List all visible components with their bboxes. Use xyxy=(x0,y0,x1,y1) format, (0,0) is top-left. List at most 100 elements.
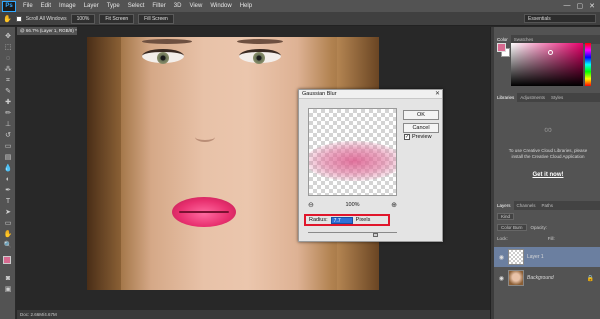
foreground-color-swatch[interactable] xyxy=(3,256,11,264)
blend-mode-select[interactable]: Color Burn xyxy=(497,224,527,231)
gaussian-blur-dialog: Gaussian Blur ✕ OK Cancel ✓ Preview ⊖ 10… xyxy=(298,89,443,242)
slider-thumb[interactable] xyxy=(373,233,378,237)
eyedropper-tool-icon[interactable]: ✎ xyxy=(3,88,13,96)
visibility-eye-icon[interactable]: ◉ xyxy=(498,275,505,282)
radius-slider[interactable] xyxy=(308,231,397,237)
tab-styles[interactable]: Styles xyxy=(548,93,566,102)
radius-highlight: Radius: 7.7 Pixels xyxy=(304,214,390,226)
tab-libraries[interactable]: Libraries xyxy=(494,93,518,102)
tab-layers[interactable]: Layers xyxy=(494,201,514,210)
cancel-button[interactable]: Cancel xyxy=(403,123,439,133)
eraser-tool-icon[interactable]: ▭ xyxy=(3,143,13,151)
menu-file[interactable]: File xyxy=(19,3,37,9)
lock-icon: 🔒 xyxy=(586,275,594,282)
close-icon[interactable]: ✕ xyxy=(434,91,441,98)
photoshop-window: Ps File Edit Image Layer Type Select Fil… xyxy=(0,0,600,319)
lip-line xyxy=(179,211,229,213)
layer-kind-filter[interactable]: Kind xyxy=(497,213,515,220)
blur-tool-icon[interactable]: 💧 xyxy=(3,165,13,173)
marquee-tool-icon[interactable]: ⬚ xyxy=(3,44,13,52)
maximize-icon[interactable]: ▢ xyxy=(577,2,584,10)
zoom-in-icon[interactable]: ⊕ xyxy=(391,201,397,209)
quick-select-tool-icon[interactable]: ⁂ xyxy=(3,66,13,74)
menu-type[interactable]: Type xyxy=(103,3,124,9)
fill-label: Fill: xyxy=(547,236,555,241)
blend-row: Color Burn Opacity: xyxy=(494,223,600,232)
color-picker-field[interactable] xyxy=(511,43,583,86)
move-tool-icon[interactable]: ✥ xyxy=(3,33,13,41)
crop-tool-icon[interactable]: ⌗ xyxy=(3,77,13,85)
color-picker-cursor[interactable] xyxy=(548,50,553,55)
layer-row-layer-1[interactable]: ◉ Layer 1 xyxy=(494,247,600,267)
scroll-all-label: Scroll All Windows xyxy=(25,15,67,22)
get-it-now-link[interactable]: Get it now! xyxy=(527,172,569,178)
menu-3d[interactable]: 3D xyxy=(170,3,186,9)
layer-filter-row: Kind xyxy=(494,212,600,221)
ok-button[interactable]: OK xyxy=(403,110,439,120)
minimize-icon[interactable]: — xyxy=(564,2,571,10)
layer-thumbnail xyxy=(508,249,524,265)
right-eye xyxy=(239,49,281,64)
screen-mode-icon[interactable]: ▣ xyxy=(3,286,13,294)
workspace-select[interactable]: Essentials xyxy=(524,14,596,23)
nose xyxy=(195,132,215,142)
radius-label: Radius: xyxy=(309,217,328,223)
creative-cloud-icon: ∞ xyxy=(544,124,552,136)
status-bar: Doc: 2.66M/4.67M xyxy=(17,310,490,319)
layer-thumbnail xyxy=(508,270,524,286)
preview-checkbox[interactable]: ✓ xyxy=(404,134,410,140)
zoom-out-icon[interactable]: ⊖ xyxy=(308,201,314,209)
menu-edit[interactable]: Edit xyxy=(37,3,55,9)
zoom-tool-icon[interactable]: 🔍 xyxy=(3,242,13,250)
menu-view[interactable]: View xyxy=(185,3,206,9)
lasso-tool-icon[interactable]: ◌ xyxy=(3,55,13,63)
shape-tool-icon[interactable]: ▭ xyxy=(3,220,13,228)
tab-channels[interactable]: Channels xyxy=(514,201,539,210)
menu-select[interactable]: Select xyxy=(124,3,149,9)
menu-window[interactable]: Window xyxy=(206,3,235,9)
document-tab[interactable]: @ 66.7% (Layer 1, RGB/8) * xyxy=(17,27,77,35)
tab-adjustments[interactable]: Adjustments xyxy=(517,93,548,102)
layers-panel-tabs: Layers Channels Paths xyxy=(494,201,600,210)
radius-input[interactable]: 7.7 xyxy=(330,216,353,224)
photoshop-logo: Ps xyxy=(2,0,16,12)
hand-tool-icon[interactable]: ✋ xyxy=(3,231,13,239)
hue-slider[interactable] xyxy=(585,43,591,86)
foreground-color-chip[interactable] xyxy=(497,43,506,52)
healing-tool-icon[interactable]: ✚ xyxy=(3,99,13,107)
menu-layer[interactable]: Layer xyxy=(80,3,103,9)
menu-help[interactable]: Help xyxy=(236,3,256,9)
fill-screen-button[interactable]: Fill Screen xyxy=(138,13,174,24)
hair-left xyxy=(87,37,121,290)
blurred-lips-preview xyxy=(309,141,396,181)
preview-zoom-row: ⊖ 100% ⊕ xyxy=(308,200,397,210)
blur-preview[interactable] xyxy=(308,108,397,196)
right-eyebrow xyxy=(237,39,283,44)
scroll-all-checkbox[interactable] xyxy=(15,15,22,22)
clone-stamp-tool-icon[interactable]: ⊥ xyxy=(3,121,13,129)
layer-row-background[interactable]: ◉ Background 🔒 xyxy=(494,268,600,288)
close-icon[interactable]: ✕ xyxy=(589,2,595,10)
quick-mask-icon[interactable]: ◙ xyxy=(3,275,13,283)
tools-panel: ✥ ⬚ ◌ ⁂ ⌗ ✎ ✚ ✏ ⊥ ↺ ▭ ▤ 💧 ◐ ✒ T ➤ ▭ ✋ 🔍 … xyxy=(0,27,16,319)
options-bar: ✋ Scroll All Windows 100% Fit Screen Fil… xyxy=(0,12,600,26)
history-brush-tool-icon[interactable]: ↺ xyxy=(3,132,13,140)
fit-screen-button[interactable]: Fit Screen xyxy=(99,13,135,24)
menu-image[interactable]: Image xyxy=(55,3,80,9)
hand-tool-icon: ✋ xyxy=(3,15,12,23)
visibility-eye-icon[interactable]: ◉ xyxy=(498,254,505,261)
brush-tool-icon[interactable]: ✏ xyxy=(3,110,13,118)
window-controls: — ▢ ✕ xyxy=(564,2,600,10)
preview-label: Preview xyxy=(412,134,432,140)
path-select-tool-icon[interactable]: ➤ xyxy=(3,209,13,217)
zoom-level: 100% xyxy=(345,202,360,208)
type-tool-icon[interactable]: T xyxy=(3,198,13,206)
tab-paths[interactable]: Paths xyxy=(539,201,557,210)
gradient-tool-icon[interactable]: ▤ xyxy=(3,154,13,162)
pen-tool-icon[interactable]: ✒ xyxy=(3,187,13,195)
menu-filter[interactable]: Filter xyxy=(148,3,169,9)
lock-label: Lock: xyxy=(497,236,508,241)
dodge-tool-icon[interactable]: ◐ xyxy=(3,176,13,184)
zoom-100-button[interactable]: 100% xyxy=(70,13,96,24)
radius-unit: Pixels xyxy=(355,217,371,223)
